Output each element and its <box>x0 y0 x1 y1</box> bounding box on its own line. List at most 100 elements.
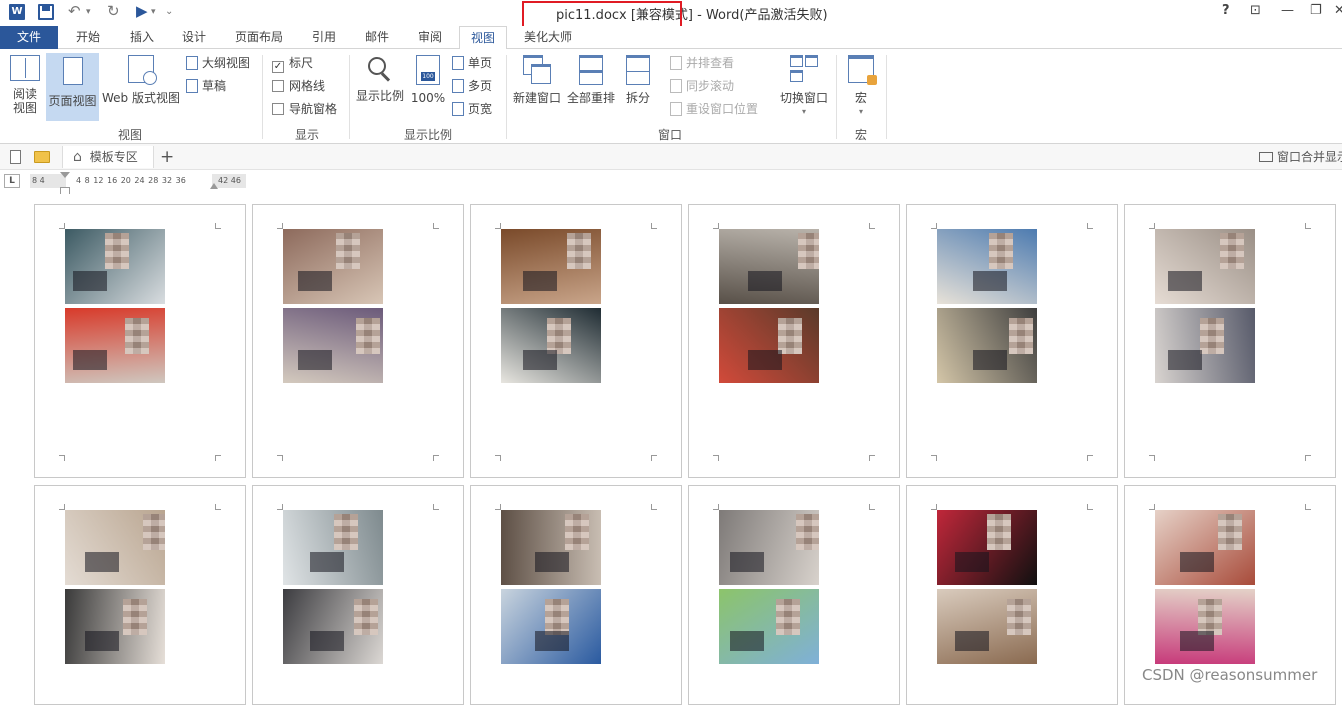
switch-windows-icon <box>790 55 818 83</box>
split-button[interactable]: 拆分 <box>620 55 656 121</box>
read-mode-button[interactable]: 阅读 视图 <box>6 55 44 121</box>
tab-template-zone[interactable]: ⌂ 模板专区 <box>62 146 154 168</box>
new-document-icon[interactable] <box>10 146 21 168</box>
document-page[interactable] <box>688 485 900 705</box>
document-page[interactable] <box>906 204 1118 478</box>
embedded-photo[interactable] <box>937 589 1037 664</box>
print-layout-button[interactable]: 页面视图 <box>46 53 99 121</box>
zoom-100-button[interactable]: 100 100% <box>410 55 446 121</box>
document-page[interactable] <box>252 485 464 705</box>
zoom-button[interactable]: 显示比例 <box>354 55 406 121</box>
tab-insert[interactable]: 插入 <box>120 26 164 49</box>
draft-button[interactable]: 草稿 <box>186 76 226 96</box>
switch-windows-button[interactable]: 切换窗口 ▾ <box>777 55 831 125</box>
add-tab-button[interactable]: + <box>160 146 174 168</box>
tab-view[interactable]: 视图 <box>459 26 507 50</box>
sync-scroll-icon <box>670 79 682 93</box>
document-page[interactable] <box>906 485 1118 705</box>
help-button[interactable]: ? <box>1222 3 1230 18</box>
new-window-button[interactable]: 新建窗口 <box>510 55 564 121</box>
document-page[interactable] <box>470 485 682 705</box>
embedded-photo[interactable] <box>501 510 601 585</box>
reset-window-position-button[interactable]: 重设窗口位置 <box>670 99 758 119</box>
embedded-photo[interactable] <box>937 229 1037 304</box>
ribbon-display-icon[interactable]: ⊡ <box>1250 3 1261 18</box>
web-layout-button[interactable]: Web 版式视图 <box>101 55 181 121</box>
page-width-button[interactable]: 页宽 <box>452 99 492 119</box>
undo-icon[interactable]: ↶ <box>68 2 81 20</box>
embedded-photo[interactable] <box>501 229 601 304</box>
embedded-photo[interactable] <box>283 308 383 383</box>
present-dropdown-icon[interactable]: ▾ <box>151 7 156 17</box>
right-indent-marker[interactable] <box>210 183 218 189</box>
merge-windows-button[interactable]: 窗口合并显示 <box>1259 146 1342 168</box>
tab-layout[interactable]: 页面布局 <box>226 26 292 49</box>
customize-qat-icon[interactable]: ⌄ <box>165 6 173 17</box>
embedded-photo[interactable] <box>283 229 383 304</box>
embedded-photo[interactable] <box>501 308 601 383</box>
embedded-photo[interactable] <box>1155 589 1255 664</box>
zoom-100-icon-label: 100 <box>421 72 435 81</box>
scene-detail <box>730 552 764 572</box>
tab-review[interactable]: 审阅 <box>408 26 452 49</box>
close-icon[interactable]: ✕ <box>1334 3 1342 18</box>
document-canvas[interactable] <box>0 194 1342 705</box>
restore-icon[interactable]: ❐ <box>1310 3 1322 18</box>
tab-selector[interactable]: L <box>4 174 20 188</box>
ruler-checkbox[interactable]: ✓ 标尺 <box>272 53 313 73</box>
horizontal-ruler[interactable]: L 8 4 4 8 12 16 20 24 28 32 36 42 46 <box>0 170 1342 195</box>
sync-scroll-button[interactable]: 同步滚动 <box>670 76 734 96</box>
embedded-photo[interactable] <box>719 510 819 585</box>
macros-dropdown-icon: ▾ <box>858 107 863 116</box>
embedded-photo[interactable] <box>719 589 819 664</box>
embedded-photo[interactable] <box>1155 308 1255 383</box>
embedded-photo[interactable] <box>501 589 601 664</box>
side-by-side-button[interactable]: 并排查看 <box>670 53 734 73</box>
embedded-photo[interactable] <box>937 510 1037 585</box>
embedded-photo[interactable] <box>65 229 165 304</box>
document-page[interactable] <box>688 204 900 478</box>
arrange-all-button[interactable]: 全部重排 <box>564 55 618 121</box>
mosaic-blur <box>1218 514 1242 550</box>
gridlines-checkbox[interactable]: 网格线 <box>272 76 325 96</box>
crop-mark <box>1305 455 1311 461</box>
open-folder-icon[interactable] <box>34 146 50 168</box>
embedded-photo[interactable] <box>719 229 819 304</box>
document-page[interactable] <box>252 204 464 478</box>
present-icon[interactable]: ▶ <box>136 2 148 20</box>
embedded-photo[interactable] <box>65 510 165 585</box>
embedded-photo[interactable] <box>283 510 383 585</box>
document-page[interactable] <box>470 204 682 478</box>
embedded-photo[interactable] <box>65 589 165 664</box>
macros-group-label: 宏 <box>854 128 867 142</box>
outline-button[interactable]: 大纲视图 <box>186 53 250 73</box>
tab-mailings[interactable]: 邮件 <box>355 26 399 49</box>
embedded-photo[interactable] <box>283 589 383 664</box>
embedded-photo[interactable] <box>1155 510 1255 585</box>
scene-detail <box>973 271 1007 291</box>
document-page[interactable] <box>1124 204 1336 478</box>
document-page[interactable] <box>34 204 246 478</box>
tab-references[interactable]: 引用 <box>302 26 346 49</box>
first-line-indent-marker[interactable] <box>60 172 70 178</box>
embedded-photo[interactable] <box>65 308 165 383</box>
mosaic-blur <box>545 599 569 635</box>
tab-home[interactable]: 开始 <box>66 26 110 49</box>
tab-design[interactable]: 设计 <box>172 26 216 49</box>
scene-detail <box>310 631 344 651</box>
embedded-photo[interactable] <box>719 308 819 383</box>
tab-file[interactable]: 文件 <box>0 26 58 49</box>
nav-pane-checkbox[interactable]: 导航窗格 <box>272 99 337 119</box>
embedded-photo[interactable] <box>937 308 1037 383</box>
save-icon[interactable] <box>38 4 54 20</box>
redo-icon[interactable]: ↻ <box>107 2 120 20</box>
multi-page-button[interactable]: 多页 <box>452 76 492 96</box>
macros-button[interactable]: 宏 ▾ <box>842 55 880 125</box>
embedded-photo[interactable] <box>1155 229 1255 304</box>
undo-dropdown-icon[interactable]: ▾ <box>86 7 91 17</box>
minimize-icon[interactable]: — <box>1281 3 1294 18</box>
document-page[interactable] <box>34 485 246 705</box>
tab-beautify-master[interactable]: 美化大师 <box>514 26 582 49</box>
group-divider <box>262 55 263 139</box>
one-page-button[interactable]: 单页 <box>452 53 492 73</box>
